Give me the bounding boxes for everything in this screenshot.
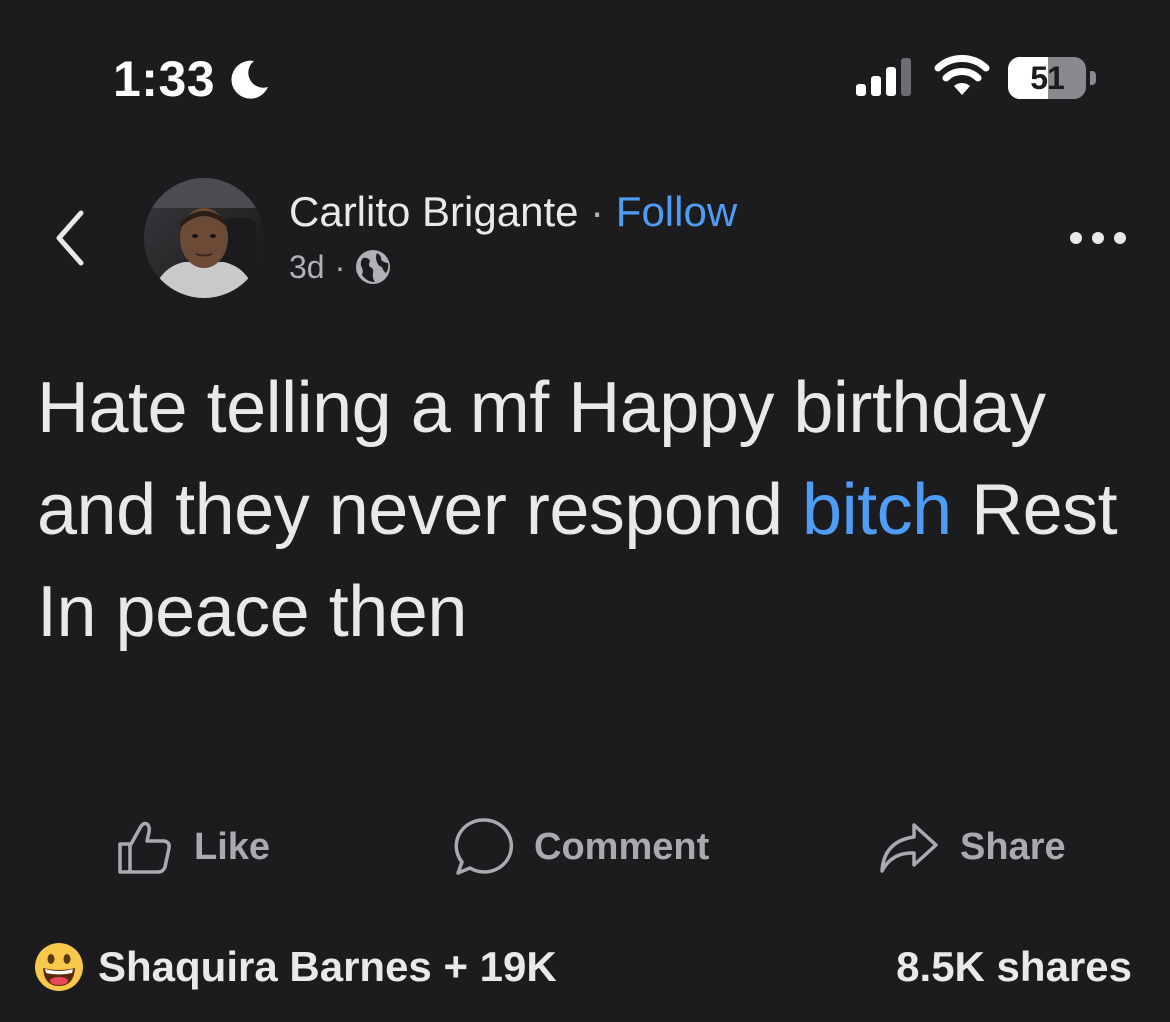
reactions-text: Shaquira Barnes + 19K [98, 943, 557, 990]
battery-cap [1090, 71, 1096, 85]
share-label: Share [960, 825, 1066, 868]
battery-body: 51 [1008, 57, 1086, 99]
comment-bubble-icon [454, 818, 514, 875]
author-name[interactable]: Carlito Brigante [289, 188, 578, 235]
status-bar: 1:33 51 [0, 0, 1170, 140]
post-text: Hate telling a mf Happy birthday and the… [37, 357, 1137, 663]
thumbs-up-icon [118, 821, 171, 874]
cellular-signal-icon [856, 58, 911, 96]
status-time: 1:33 [113, 51, 216, 107]
grinning-face-emoji-icon [35, 943, 83, 991]
wifi-icon [934, 55, 990, 95]
author-avatar[interactable] [144, 178, 264, 298]
avatar-photo [144, 178, 264, 298]
share-button[interactable]: Share [878, 812, 1066, 882]
comment-label: Comment [534, 825, 710, 868]
reactions-summary[interactable]: Shaquira Barnes + 19K [34, 938, 557, 996]
chevron-left-icon [56, 210, 84, 266]
battery-level: 51 [1030, 60, 1065, 96]
like-label: Like [194, 825, 271, 868]
back-button[interactable] [40, 200, 100, 276]
more-icon [1070, 232, 1126, 244]
battery-indicator: 51 [1008, 57, 1096, 101]
meta-separator: · [334, 249, 346, 285]
author-line: Carlito Brigante · Follow [289, 186, 737, 238]
post-timestamp[interactable]: 3d [289, 246, 325, 288]
like-button[interactable]: Like [116, 812, 270, 882]
share-arrow-icon [880, 823, 938, 873]
post-meta: 3d · [289, 246, 391, 288]
follow-button[interactable]: Follow [616, 188, 737, 235]
post-text-link[interactable]: bitch [802, 470, 952, 550]
moon-icon [231, 60, 268, 99]
more-options-button[interactable] [1062, 214, 1134, 262]
globe-icon [356, 250, 391, 284]
author-separator: · [578, 188, 616, 235]
shares-count[interactable]: 8.5K shares [896, 938, 1132, 996]
comment-button[interactable]: Comment [452, 812, 709, 882]
